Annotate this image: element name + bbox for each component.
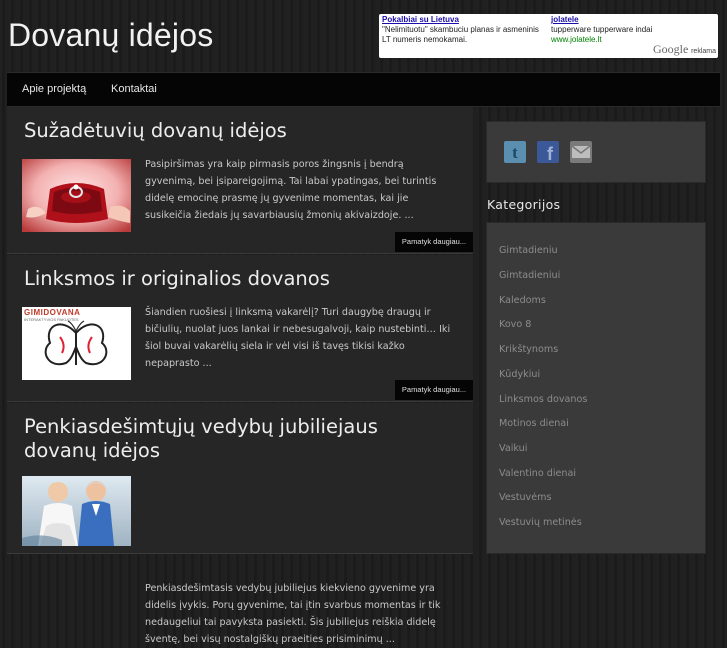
ad-text: tupperware tupperware indai — [551, 25, 653, 34]
post-thumbnail-figurines[interactable] — [22, 476, 131, 546]
nav-item-about[interactable]: Apie projektą — [22, 83, 86, 95]
categories-list: Gimtadieniu Gimtadieniui Kaledoms Kovo 8… — [486, 222, 706, 554]
email-icon[interactable] — [570, 141, 592, 163]
ad-item: jolatele tupperware tupperware indai www… — [551, 15, 716, 45]
post-thumbnail-butterfly[interactable]: GIMIDOVANA INTERAKTYVIOS PAKUOTĖS — [22, 307, 131, 380]
twitter-icon[interactable]: t — [504, 141, 526, 163]
category-link[interactable]: Kaledoms — [499, 295, 546, 306]
ads-label: reklama — [691, 48, 716, 55]
site-title[interactable]: Dovanų idėjos — [8, 17, 213, 54]
social-links-panel: t f — [486, 121, 706, 183]
post-card: Penkiasdešimtųjų vedybų jubiliejaus dova… — [7, 403, 473, 645]
google-ads-badge[interactable]: Google reklama — [653, 42, 716, 57]
ad-text: "Nelimituotu" skambuciu planas ir asmeni… — [382, 25, 539, 44]
category-link[interactable]: Valentino dienai — [499, 468, 576, 479]
ad-title-link[interactable]: jolatele — [551, 15, 716, 25]
category-link[interactable]: Vestuvėms — [499, 492, 551, 503]
category-link[interactable]: Gimtadieniui — [499, 270, 560, 281]
post-card: Linksmos ir originalios dovanos GIMIDOVA… — [7, 255, 473, 402]
read-more-button[interactable]: Pamatyk daugiau... — [395, 380, 473, 400]
ad-banner: Pokalbiai su Lietuva "Nelimituotu" skamb… — [379, 14, 718, 58]
category-link[interactable]: Kūdykiui — [499, 369, 540, 380]
post-title-link[interactable]: Sužadėtuvių dovanų idėjos — [24, 119, 454, 143]
post-excerpt: Šiandien ruošiesi į linksmą vakarėlį? Tu… — [145, 307, 451, 369]
category-link[interactable]: Krikštynoms — [499, 344, 558, 355]
post-excerpt: Penkiasdešimtasis vedybų jubiliejus kiek… — [145, 583, 441, 645]
nav-item-contacts[interactable]: Kontaktai — [111, 83, 157, 95]
main-nav: Apie projektą Kontaktai — [7, 72, 720, 107]
categories-heading: Kategorijos — [487, 197, 561, 212]
ad-title-link[interactable]: Pokalbiai su Lietuva — [382, 15, 548, 25]
category-link[interactable]: Motinos dienai — [499, 418, 569, 429]
post-card: Sužadėtuvių dovanų idėjos Pasipiršimas y… — [7, 107, 473, 254]
svg-text:t: t — [512, 143, 518, 162]
facebook-icon[interactable]: f — [537, 141, 559, 164]
google-logo: Google — [652, 42, 689, 56]
category-link[interactable]: Kovo 8 — [499, 319, 531, 330]
ad-item: Pokalbiai su Lietuva "Nelimituotu" skamb… — [382, 15, 548, 45]
category-link[interactable]: Linksmos dovanos — [499, 394, 587, 405]
category-link[interactable]: Vaikui — [499, 443, 527, 454]
svg-text:f: f — [547, 144, 554, 163]
post-list: Sužadėtuvių dovanų idėjos Pasipiršimas y… — [7, 107, 473, 645]
category-link[interactable]: Vestuvių metinės — [499, 517, 582, 528]
sidebar: t f Kategorijos Gimtadieniu Gimtadieniui… — [483, 107, 720, 554]
post-title-link[interactable]: Penkiasdešimtųjų vedybų jubiliejaus dova… — [24, 415, 454, 463]
post-thumbnail-ring[interactable] — [22, 159, 131, 232]
post-title-link[interactable]: Linksmos ir originalios dovanos — [24, 267, 454, 291]
post-excerpt: Pasipiršimas yra kaip pirmasis poros žin… — [145, 159, 437, 221]
category-link[interactable]: Gimtadieniu — [499, 245, 558, 256]
read-more-button[interactable]: Pamatyk daugiau... — [395, 232, 473, 252]
